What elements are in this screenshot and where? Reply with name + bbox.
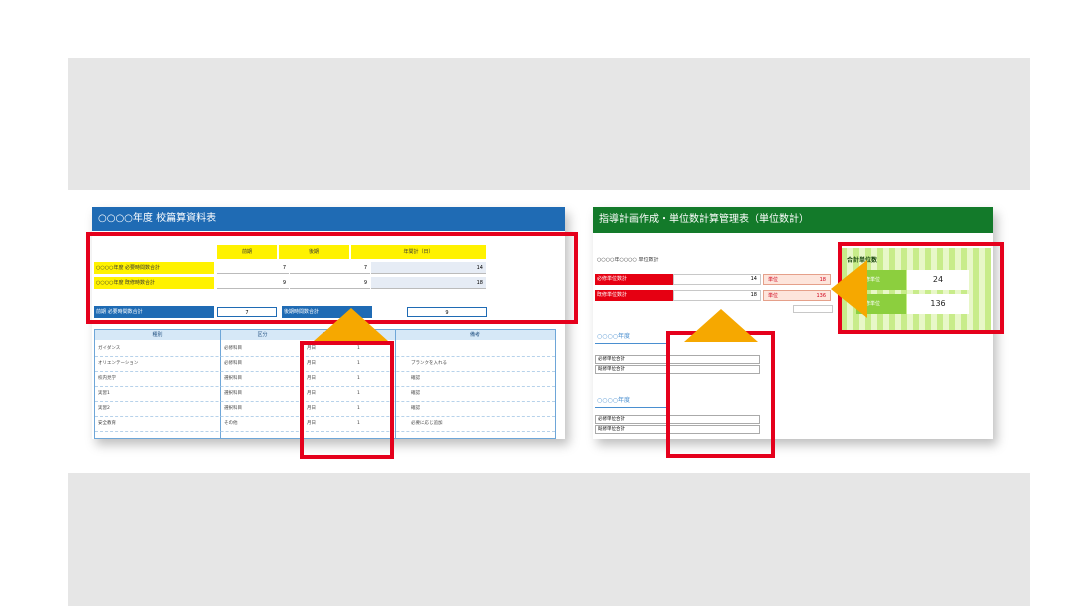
table-cell: その他 xyxy=(224,421,238,426)
badge-number: 136 xyxy=(816,293,826,299)
up-arrow-icon xyxy=(314,308,388,341)
table-cell: 安全教育 xyxy=(98,421,116,426)
red-row-value-2[interactable]: 18 xyxy=(673,290,761,301)
badge-tag: 単位 xyxy=(768,293,779,299)
table-cell: 確認 xyxy=(411,376,420,381)
right-sheet-title: 指導計画作成・単位数計算管理表（単位数計） xyxy=(593,207,993,233)
red-row-value-1[interactable]: 14 xyxy=(673,274,761,285)
subsection-label-2: ○○○○年度 xyxy=(595,395,667,408)
table-cell: 必修科目 xyxy=(224,361,242,366)
table-cell: 実習1 xyxy=(98,391,110,396)
red-row-label-2: 既修単位数計 xyxy=(595,290,673,301)
table-header-notes: 備考 xyxy=(469,332,480,338)
table-cell: 選択科目 xyxy=(224,376,242,381)
highlight-box-date-column xyxy=(300,341,394,459)
table-cell: 確認 xyxy=(411,406,420,411)
subsection-label-1: ○○○○年度 xyxy=(595,331,667,344)
badge-tag: 単位 xyxy=(768,277,779,283)
red-row-badge-1: 単位 18 xyxy=(763,274,831,285)
red-row-label-1: 必修単位数計 xyxy=(595,274,673,285)
table-cell: 必修科目 xyxy=(224,346,242,351)
table-cell: 校内見学 xyxy=(98,376,116,381)
table-cell: ガイダンス xyxy=(98,346,121,351)
table-cell: 確認 xyxy=(411,391,420,396)
table-header-type: 種別 xyxy=(152,332,163,338)
up-arrow-icon xyxy=(684,309,758,342)
caption: ○○○○年○○○○ 単位数計 xyxy=(597,257,659,263)
left-sheet-title: ○○○○年度 校篇算資料表 xyxy=(92,207,565,231)
table-cell: 選択科目 xyxy=(224,391,242,396)
table-header-category: 区分 xyxy=(257,332,268,338)
badge-number: 18 xyxy=(819,277,826,283)
table-cell: オリエンテーション xyxy=(98,361,139,366)
table-cell: ブランクを入れる xyxy=(411,361,447,366)
table-cell: 必要に応じ追加 xyxy=(411,421,443,426)
empty-cell xyxy=(793,305,833,313)
left-arrow-icon xyxy=(831,260,867,318)
table-cell: 選択科目 xyxy=(224,406,242,411)
table-cell: 実習2 xyxy=(98,406,110,411)
red-row-badge-2: 単位 136 xyxy=(763,290,831,301)
highlight-box-subsection xyxy=(666,331,775,458)
